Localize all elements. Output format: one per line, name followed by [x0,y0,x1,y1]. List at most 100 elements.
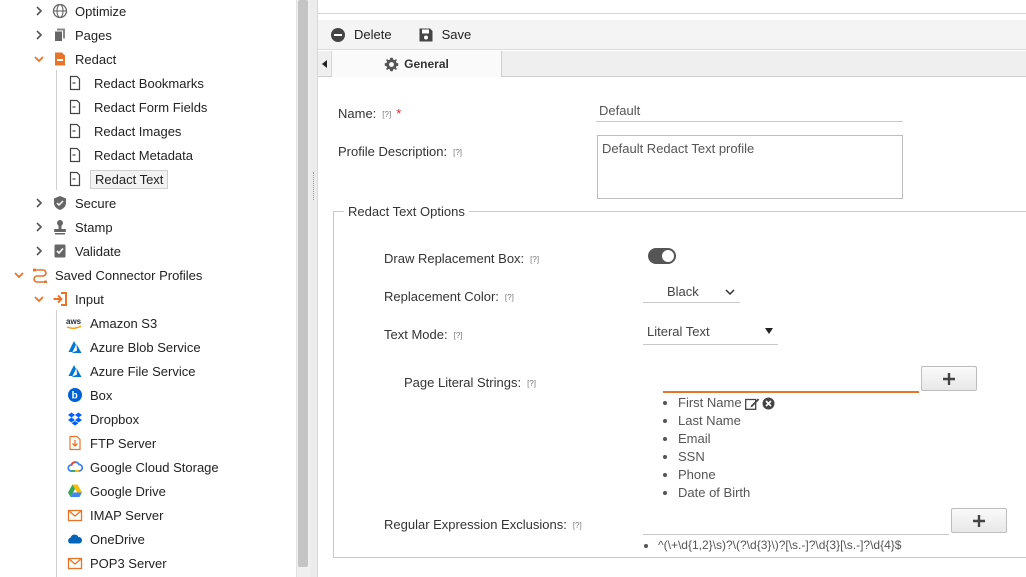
tree-item-pages[interactable]: Pages [33,24,112,46]
tree-item-redact-bookmarks[interactable]: Redact Bookmarks [66,72,208,94]
tree-label: POP3 Server [90,555,167,571]
delete-label: Delete [354,27,392,42]
tree-label: Input [75,291,104,307]
floppy-disk-icon [418,27,434,43]
tree-item-optimize[interactable]: Optimize [33,0,126,22]
shield-icon [51,194,69,212]
required-marker: * [396,106,402,121]
text-mode-label: Text Mode: [384,327,448,342]
text-mode-select-value: Literal Text [647,324,710,339]
azure-icon [66,338,84,356]
pane-splitter[interactable] [310,0,318,577]
chevron-right-icon[interactable] [33,29,45,41]
draw-box-toggle[interactable] [648,248,676,264]
draw-box-label-row: Draw Replacement Box: [?] [384,251,539,266]
help-link[interactable]: [?] [530,255,539,264]
list-item: ^(\+\d{1,2}\s)?\(?\d{3}\)?[\s.-]?\d{3}[\… [658,536,901,554]
tree-label: Redact Bookmarks [94,75,204,91]
tree-label: Redact Images [94,123,182,139]
delete-button[interactable]: Delete [330,27,392,43]
list-item: Date of Birth [678,484,777,502]
toolbar: Delete Save [318,20,1026,50]
help-link[interactable]: [?] [453,148,462,157]
svg-text:b: b [72,391,78,402]
tree-label: Redact Form Fields [94,99,208,115]
list-item: Email [678,430,777,448]
chevron-right-icon[interactable] [33,221,45,233]
add-regex-button[interactable] [951,508,1007,533]
chevron-right-icon[interactable] [33,245,45,257]
page-literal-label-row: Page Literal Strings: [?] [404,375,536,390]
list-item: Phone [678,466,777,484]
edit-icon[interactable] [744,397,760,411]
plus-icon [973,514,985,527]
tree-label: Redact Metadata [94,147,194,163]
tree-item-redact-metadata[interactable]: Redact Metadata [66,144,197,166]
help-link[interactable]: [?] [505,293,514,302]
tree-item-box[interactable]: b Box [66,384,112,406]
tree-item-google-cloud-storage[interactable]: Google Cloud Storage [66,456,219,478]
add-literal-button[interactable] [921,366,977,391]
tree-item-imap-server[interactable]: IMAP Server [66,504,163,526]
tab-scroll-left-button[interactable] [318,51,332,77]
chevron-right-icon[interactable] [33,197,45,209]
tree-item-validate[interactable]: Validate [33,240,121,262]
color-select[interactable]: Black [643,283,740,303]
literal-string-text: Email [678,431,711,446]
literal-strings-list: First Name Last Name Email SSN Phone Dat… [660,394,777,502]
minus-circle-icon [330,27,346,43]
chevron-down-icon[interactable] [13,269,25,281]
help-link[interactable]: [?] [454,331,463,340]
name-input[interactable] [596,100,903,122]
remove-icon[interactable] [762,397,775,410]
chevron-down-icon[interactable] [33,53,45,65]
tree-item-stamp[interactable]: Stamp [33,216,113,238]
chevron-down-icon [725,289,735,296]
chevron-down-icon[interactable] [33,293,45,305]
tree-item-redact-images[interactable]: Redact Images [66,120,185,142]
sidebar-scrollbar-thumb[interactable] [298,0,308,567]
google-drive-icon [66,482,84,500]
tree-item-redact-text[interactable]: Redact Text [66,168,169,190]
tree-item-secure[interactable]: Secure [33,192,116,214]
tree-label: Secure [75,195,117,211]
tree-item-azure-blob-service[interactable]: Azure Blob Service [66,336,201,358]
help-link[interactable]: [?] [382,110,391,119]
description-textarea[interactable]: Default Redact Text profile [597,135,903,199]
literal-string-text: First Name [678,395,742,410]
tree-item-azure-file-service[interactable]: Azure File Service [66,360,195,382]
color-label: Replacement Color: [384,289,499,304]
top-strip [318,0,1026,14]
tree-label: Saved Connector Profiles [55,267,203,283]
tree-item-amazon-s3[interactable]: aws Amazon S3 [66,312,157,334]
tree-item-saved-connector-profiles[interactable]: Saved Connector Profiles [13,264,202,286]
tab-general[interactable]: General [332,51,502,77]
help-link[interactable]: [?] [527,379,536,388]
draw-box-label: Draw Replacement Box: [384,251,525,266]
section-title: Redact Text Options [344,204,469,219]
caret-left-icon [321,60,327,68]
regex-label: Regular Expression Exclusions: [384,517,567,532]
tree-item-onedrive[interactable]: OneDrive [66,528,145,550]
text-mode-select[interactable]: Literal Text [643,323,778,345]
tree-item-redact[interactable]: Redact [33,48,116,70]
tree-item-google-drive[interactable]: Google Drive [66,480,166,502]
tree-item-ftp-server[interactable]: FTP Server [66,432,156,454]
regex-input[interactable] [643,514,949,535]
tree-label: Amazon S3 [90,315,158,331]
list-item: SSN [678,448,777,466]
literal-string-text: Last Name [678,413,741,428]
literal-string-input[interactable] [663,374,919,393]
help-link[interactable]: [?] [573,521,582,530]
tree-item-pop3-server[interactable]: POP3 Server [66,552,167,574]
google-cloud-icon [66,458,84,476]
tree-item-dropbox[interactable]: Dropbox [66,408,139,430]
tree-item-input[interactable]: Input [33,288,104,310]
literal-string-text: Phone [678,467,716,482]
toggle-knob [662,250,674,262]
save-button[interactable]: Save [418,27,471,43]
splitter-grip[interactable] [313,172,315,200]
tree-item-redact-form-fields[interactable]: Redact Form Fields [66,96,211,118]
chevron-right-icon[interactable] [33,5,45,17]
tab-general-label: General [404,57,449,71]
